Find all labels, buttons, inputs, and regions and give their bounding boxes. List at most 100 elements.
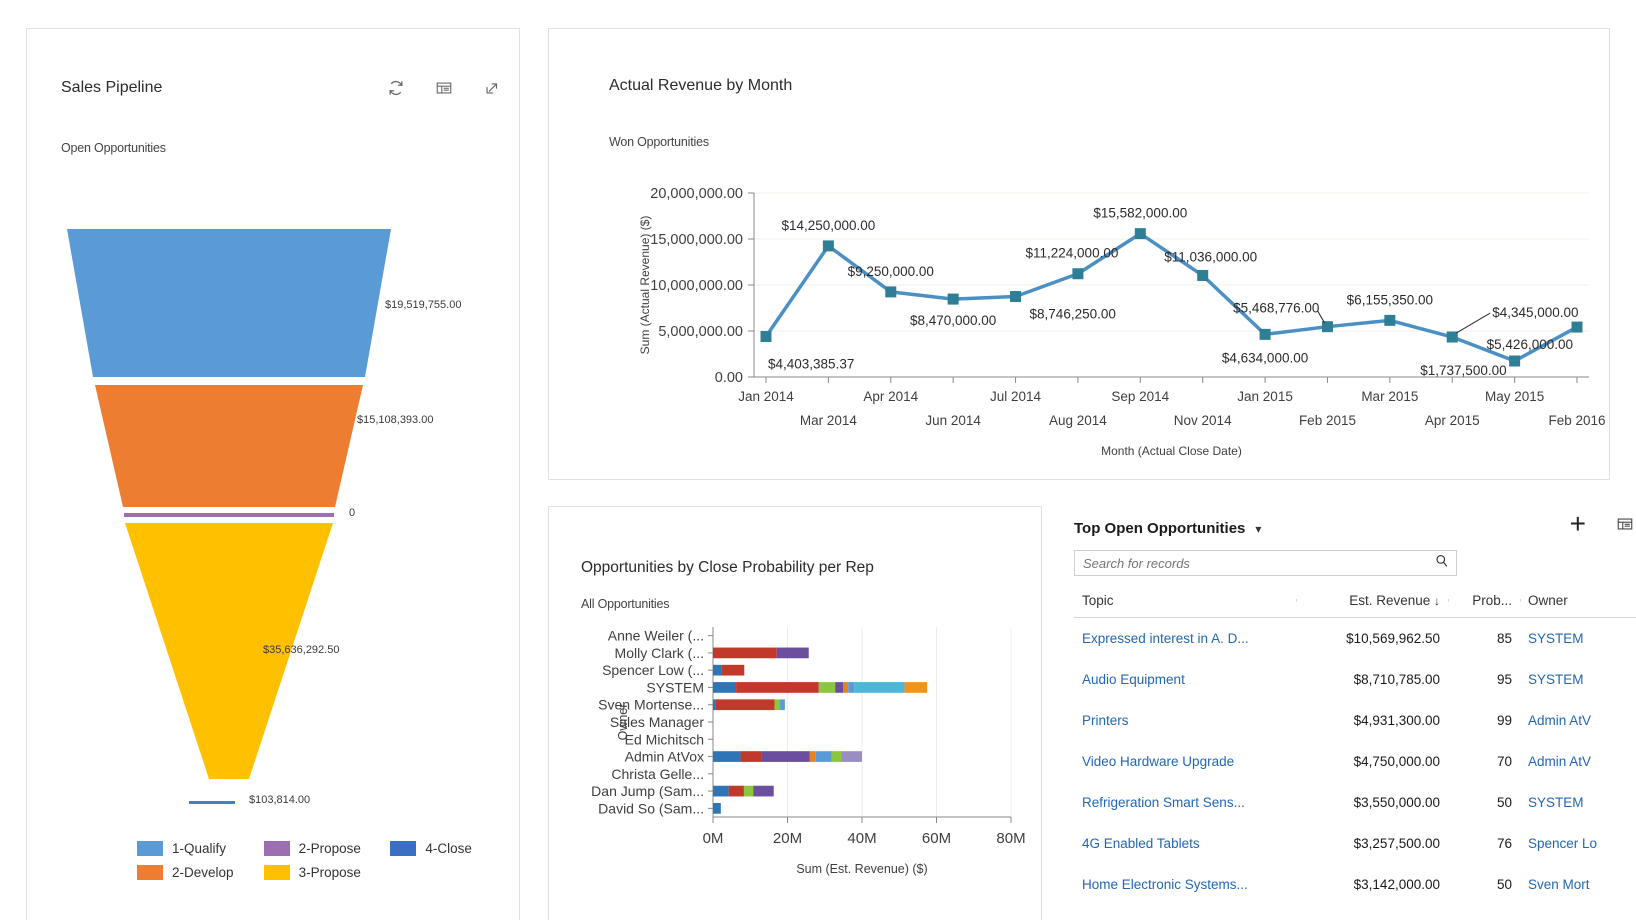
bar-segment[interactable] [854,682,905,693]
cell-owner[interactable]: SYSTEM [1520,795,1636,810]
bar-segment[interactable] [753,785,774,797]
table-icon[interactable] [1616,515,1634,533]
data-point-marker[interactable] [1321,321,1333,333]
data-point-marker[interactable] [1571,321,1583,333]
funnel-legend: 1-Qualify 2-Propose 4-Close 2-Develop 3-… [137,841,517,880]
legend-item-propose2[interactable]: 2-Propose [263,841,391,856]
data-point-marker[interactable] [822,240,834,252]
bar-segment[interactable] [743,785,754,797]
bar-segment[interactable] [831,751,842,762]
bar-segment[interactable] [843,682,849,693]
bar-segment[interactable] [713,699,716,711]
line-chart-title: Actual Revenue by Month [609,77,793,94]
search-icon[interactable] [1434,553,1450,574]
data-point-marker[interactable] [1384,314,1396,326]
chevron-down-icon[interactable]: ▾ [1255,522,1261,536]
table-row[interactable]: Refrigeration Smart Sens... $3,550,000.00… [1074,782,1636,823]
search-input[interactable] [1081,554,1434,572]
bar-segment[interactable] [736,682,819,693]
leader-line [1455,312,1491,334]
bar-segment[interactable] [713,664,722,676]
data-point-marker[interactable] [1509,355,1521,367]
legend-item-close[interactable]: 4-Close [390,841,517,856]
bar-segment[interactable] [713,647,777,659]
data-point-marker[interactable] [760,330,772,342]
cell-owner[interactable]: Sven Mort [1520,877,1636,892]
bar-segment[interactable] [835,682,844,693]
funnel-header-actions [387,79,501,97]
column-header-probability[interactable]: Prob... [1448,593,1520,608]
bar-segment[interactable] [721,664,745,676]
cell-topic[interactable]: Printers [1074,713,1296,728]
bar-segment[interactable] [774,699,781,711]
data-point-marker[interactable] [1010,291,1022,303]
table-row[interactable]: Expressed interest in A. D... $10,569,962… [1074,618,1636,659]
bar-segment[interactable] [841,751,862,762]
bar-segment[interactable] [904,682,928,693]
cell-prob: 50 [1496,795,1512,810]
cell-owner[interactable]: SYSTEM [1520,672,1636,687]
funnel-segment-develop [95,385,363,507]
y-tick-label: Spencer Low (... [602,662,704,678]
data-label: $14,250,000.00 [781,218,875,233]
table-row[interactable]: Home Electronic Systems... $3,142,000.00 5… [1074,864,1636,905]
bar-segment[interactable] [818,682,836,693]
cell-topic[interactable]: Home Electronic Systems... [1074,877,1296,892]
legend-item-propose3[interactable]: 3-Propose [263,865,391,880]
column-header-owner[interactable]: Owner [1520,593,1636,608]
data-label: $11,036,000.00 [1164,249,1257,264]
cell-owner[interactable]: Admin AtV [1520,754,1636,769]
bar-segment[interactable] [815,751,832,762]
cell-topic[interactable]: Expressed interest in A. D... [1074,631,1296,646]
data-point-marker[interactable] [1259,328,1271,340]
bar-segment[interactable] [776,647,809,659]
plus-icon[interactable]: + [1570,510,1586,538]
bar-segment[interactable] [848,682,855,693]
bar-chart[interactable]: 0M 20M 40M 60M 80M Anne Weiler (... Molly Clar… [549,617,1043,920]
column-header-revenue[interactable]: Est. Revenue ↓ [1296,593,1448,608]
bar-segment[interactable] [713,751,741,762]
line-chart[interactable]: 0.00 5,000,000.00 10,000,000.00 15,000,000.… [549,159,1611,479]
bar-segment[interactable] [761,751,810,762]
data-point-marker[interactable] [1072,268,1084,280]
legend-swatch-close [390,841,417,856]
data-label: $15,582,000.00 [1093,206,1187,221]
cell-topic[interactable]: Audio Equipment [1074,672,1296,687]
legend-item-qualify[interactable]: 1-Qualify [137,841,264,856]
bar-segment[interactable] [809,751,816,762]
column-header-topic[interactable]: Topic [1074,593,1296,608]
cell-owner[interactable]: SYSTEM [1520,631,1636,646]
expand-icon[interactable] [483,79,501,97]
bar-segment[interactable] [740,751,762,762]
bar-segment[interactable] [715,699,775,711]
cell-prob: 85 [1496,631,1512,646]
cell-topic[interactable]: 4G Enabled Tablets [1074,836,1296,851]
table-row[interactable]: Printers $4,931,300.00 99 Admin AtV [1074,700,1636,741]
funnel-segment-propose2 [124,513,334,517]
funnel-subtitle: Open Opportunities [61,141,166,155]
bar-segment[interactable] [728,785,744,797]
table-row[interactable]: 4G Enabled Tablets $3,257,500.00 76 Spencer… [1074,823,1636,864]
cell-topic[interactable]: Refrigeration Smart Sens... [1074,795,1296,810]
cell-owner[interactable]: Spencer Lo [1520,836,1636,851]
bar-segment[interactable] [780,699,785,711]
data-point-marker[interactable] [1134,228,1146,240]
data-point-marker[interactable] [1446,331,1458,343]
legend-item-develop[interactable]: 2-Develop [137,865,264,880]
data-point-marker[interactable] [885,286,897,298]
table-row[interactable]: Video Hardware Upgrade $4,750,000.00 70 Adm… [1074,741,1636,782]
bar-segment[interactable] [713,803,721,814]
table-icon[interactable] [435,79,453,97]
funnel-chart[interactable]: $19,519,755.00 $15,108,393.00 0 $35,636,… [27,189,521,819]
refresh-icon[interactable] [387,79,405,97]
search-box[interactable] [1074,550,1457,576]
bar-segment[interactable] [713,682,737,693]
cell-prob: 99 [1496,713,1512,728]
data-point-marker[interactable] [947,293,959,305]
cell-owner[interactable]: Admin AtV [1520,713,1636,728]
bar-segment[interactable] [713,785,729,797]
cell-topic[interactable]: Video Hardware Upgrade [1074,754,1296,769]
data-point-marker[interactable] [1197,269,1209,281]
table-row[interactable]: Audio Equipment $8,710,785.00 95 SYSTEM [1074,659,1636,700]
legend-label-propose3: 3-Propose [298,865,361,880]
